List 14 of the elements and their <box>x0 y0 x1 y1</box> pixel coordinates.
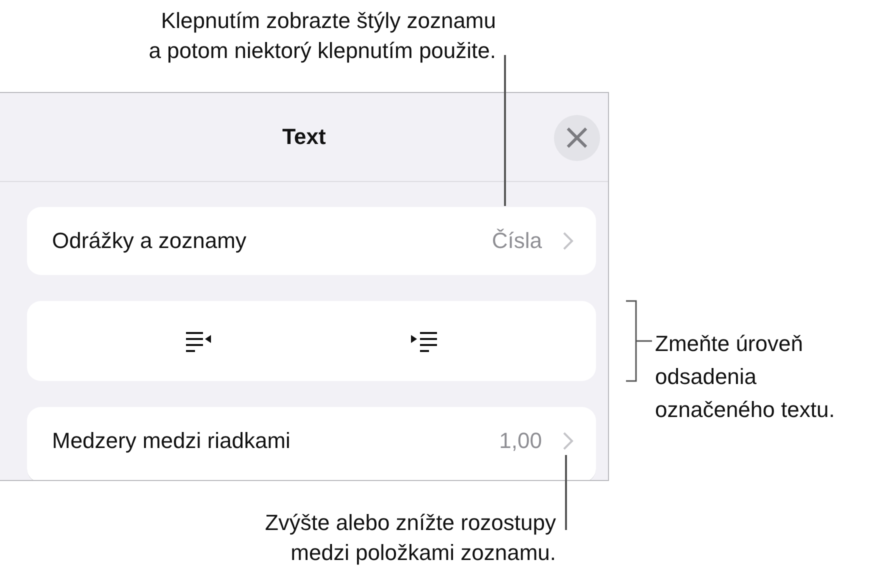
row-value: Čísla <box>492 228 542 254</box>
row-value: 1,00 <box>499 428 542 454</box>
chevron-icon <box>562 231 574 251</box>
indent-icon <box>410 330 437 352</box>
list-row[interactable]: Medzery medzi riadkami 1,00 <box>27 407 596 480</box>
outdent-icon <box>186 330 212 352</box>
row-label: Medzery medzi riadkami <box>52 428 292 454</box>
row-label: Odrážky a zoznamy <box>52 228 248 254</box>
panel-title: Text <box>282 124 326 150</box>
list-row[interactable]: Odrážky a zoznamy Čísla <box>27 207 596 275</box>
callout-text: Klepnutím zobrazte štýly zoznamu a potom niektorý klepnutím použite. <box>148 7 496 65</box>
callout-text: Zvýšte alebo znížte rozostupy medzi položkami zoznamu. <box>264 509 556 567</box>
callout-text: Zmeňte úroveň odsadenia označeného textu. <box>655 330 835 424</box>
chevron-icon <box>562 430 574 450</box>
